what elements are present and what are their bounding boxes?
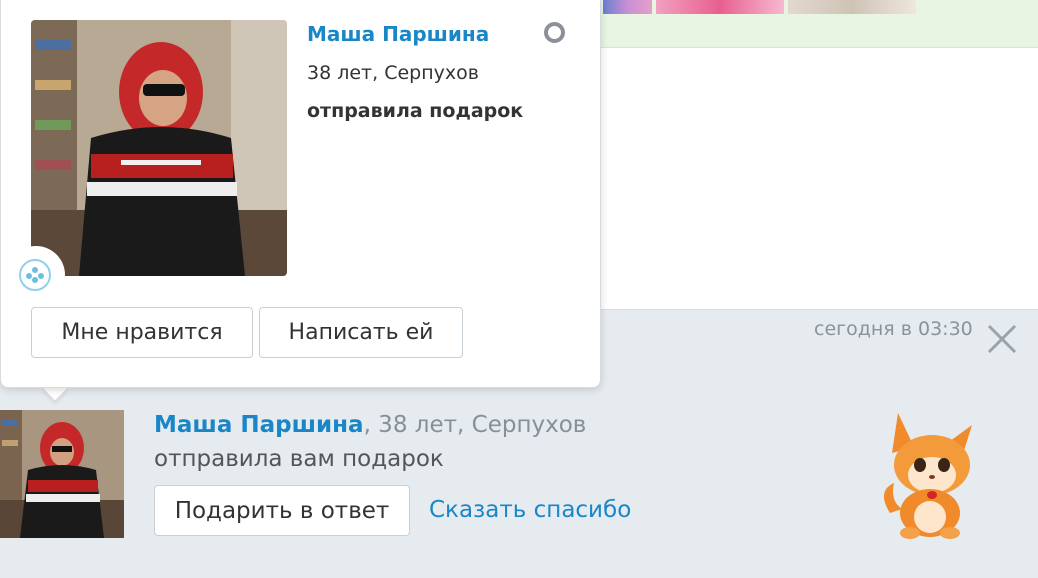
gift-thumbnail[interactable]	[788, 0, 916, 14]
write-message-button[interactable]: Написать ей	[259, 307, 463, 358]
gift-thumbnail[interactable]	[603, 0, 652, 14]
profile-age-city: 38 лет, Серпухов	[307, 62, 479, 84]
notification-headline: Маша Паршина, 38 лет, Серпухов	[154, 412, 586, 438]
gift-back-button[interactable]: Подарить в ответ	[154, 485, 410, 536]
gift-thumbnails-strip	[603, 0, 916, 14]
profile-action-text: отправила подарок	[307, 100, 524, 122]
notification-time: сегодня в 03:30	[814, 318, 973, 340]
profile-photo[interactable]	[31, 20, 287, 276]
gift-thumbnail[interactable]	[656, 0, 784, 14]
like-button[interactable]: Мне нравится	[31, 307, 253, 358]
sender-avatar[interactable]	[0, 410, 124, 538]
close-icon[interactable]	[985, 322, 1019, 356]
online-status-icon	[544, 22, 565, 43]
fox-gift-image[interactable]	[870, 405, 985, 540]
say-thanks-link[interactable]: Сказать спасибо	[429, 497, 631, 523]
profile-popup: Маша Паршина 38 лет, Серпухов отправила …	[0, 0, 601, 388]
sender-name-link[interactable]: Маша Паршина	[154, 412, 364, 438]
profile-name-link[interactable]: Маша Паршина	[307, 22, 489, 46]
notification-message: отправила вам подарок	[154, 446, 444, 472]
sender-age-city: , 38 лет, Серпухов	[363, 412, 587, 438]
friends-badge-icon	[18, 258, 52, 292]
